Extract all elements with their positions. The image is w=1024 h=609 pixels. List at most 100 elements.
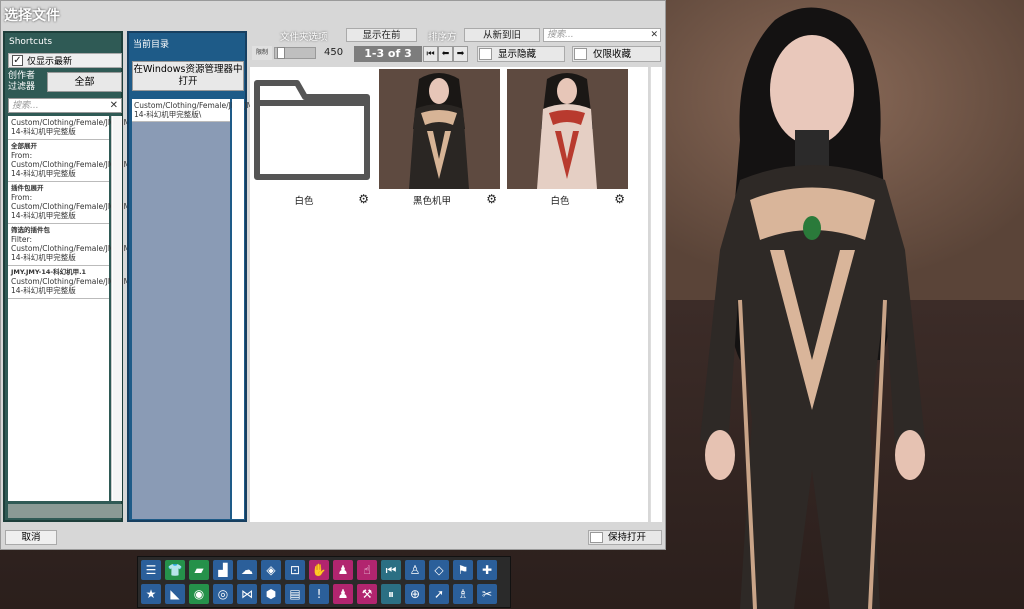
camera-icon[interactable]: ◎ [213, 584, 233, 604]
shortcut-item[interactable]: 插件包展开 From: Custom/Clothing/Female/JMY/J… [8, 182, 137, 224]
scrollbar-thumb[interactable] [113, 116, 122, 501]
shortcut-heading: 筛选的插件包 [11, 226, 50, 234]
paint-icon[interactable]: ▟ [213, 560, 233, 580]
gear-icon[interactable]: ⚙ [358, 192, 369, 206]
show-first-button[interactable]: 显示在前 [346, 28, 417, 42]
file-name: 白色 [294, 196, 314, 207]
current-path[interactable]: Custom/Clothing/Female/JMY/JMY-14-科幻机甲完整… [132, 99, 260, 122]
favorites-only-label: 仅限收藏 [593, 49, 632, 60]
graph-icon[interactable]: ⋈ [237, 584, 257, 604]
skip-back-icon[interactable]: ⏮ [381, 560, 401, 580]
folder-options-label: 文件夹选项 [280, 32, 328, 43]
dialog-title: 选择文件 [4, 8, 60, 24]
cancel-button[interactable]: 取消 [5, 530, 57, 545]
shortcut-item[interactable]: 筛选的插件包 Filter: Custom/Clothing/Female/JM… [8, 224, 137, 266]
box-icon[interactable]: ◈ [261, 560, 281, 580]
next-page-icon[interactable]: ➡ [453, 46, 468, 62]
shortcut-path: From: Custom/Clothing/Female/JMY/JMY-14-… [11, 151, 137, 178]
page-indicator: 1-3 of 3 [354, 46, 422, 62]
shortcut-item[interactable]: 全部展开 From: Custom/Clothing/Female/JMY/JM… [8, 140, 137, 182]
hand-icon[interactable]: ✋ [309, 560, 329, 580]
iron-icon[interactable]: ◣ [165, 584, 185, 604]
pause-icon[interactable]: ⏸ [381, 584, 401, 604]
slider-handle[interactable] [277, 47, 285, 59]
cube-icon[interactable]: ⬢ [261, 584, 281, 604]
shortcut-path: Filter: Custom/Clothing/Female/JMY/JMY-1… [11, 235, 137, 262]
plus-icon[interactable]: ✚ [477, 560, 497, 580]
checkbox-box [590, 532, 603, 543]
person-edit-icon[interactable]: ♟ [333, 560, 353, 580]
shortcut-item[interactable]: JMY.JMY-14-科幻机甲.1 Custom/Clothing/Female… [8, 266, 137, 299]
character-model [700, 7, 925, 609]
file-browser-dialog: 选择文件 Shortcuts ✓ 仅显示最新 创作者 过滤器 全部 搜索... … [0, 0, 666, 550]
creator-all-button[interactable]: 全部 [47, 72, 122, 92]
latest-only-checkbox[interactable]: ✓ 仅显示最新 [8, 53, 122, 68]
pointer-icon[interactable]: ☝ [357, 560, 377, 580]
menu-icon[interactable]: ☰ [141, 560, 161, 580]
shortcuts-footer-bar [8, 504, 122, 518]
clear-file-search-icon[interactable]: ✕ [650, 29, 658, 42]
folder-icon[interactable]: ▰ [189, 560, 209, 580]
shortcuts-list: Custom/Clothing/Female/JMY/JMY-14-科幻机甲完整… [8, 116, 137, 501]
person-settings-icon[interactable]: ♟ [333, 584, 353, 604]
person-icon[interactable]: ♙ [405, 560, 425, 580]
search-placeholder: 搜索... [12, 101, 39, 111]
file-tile[interactable]: 白色 ⚙ [507, 69, 628, 209]
file-tile[interactable]: 黑色机甲 ⚙ [379, 69, 500, 209]
size-value: 450 [324, 47, 344, 58]
clear-search-icon[interactable]: ✕ [110, 99, 118, 113]
file-tile[interactable]: 白色 ⚙ [251, 69, 372, 209]
file-search-placeholder: 搜索... [547, 30, 574, 40]
wrench-icon[interactable]: ⚒ [357, 584, 377, 604]
thumbnail-image [507, 69, 628, 189]
gear-icon[interactable]: ⚙ [486, 192, 497, 206]
star-icon[interactable]: ★ [141, 584, 161, 604]
unity-icon[interactable]: ◇ [429, 560, 449, 580]
gear-icon[interactable]: ⚙ [614, 192, 625, 206]
size-limit-label: 限制 [252, 46, 272, 60]
shortcuts-header: Shortcuts [9, 37, 53, 47]
show-hidden-checkbox[interactable]: 显示隐藏 [477, 46, 565, 62]
sort-dropdown[interactable]: 从新到旧 [464, 28, 540, 42]
shortcuts-panel: Shortcuts ✓ 仅显示最新 创作者 过滤器 全部 搜索... ✕ Cus… [3, 31, 137, 522]
shortcuts-search-input[interactable]: 搜索... ✕ [8, 98, 122, 113]
folder-icon [254, 80, 370, 180]
latest-only-label: 仅显示最新 [27, 57, 73, 67]
shortcut-path: Custom/Clothing/Female/JMY/JMY-14-科幻机甲完整… [11, 118, 137, 136]
directory-scrollbar[interactable] [232, 99, 244, 519]
directory-list: Custom/Clothing/Female/JMY/JMY-14-科幻机甲完整… [132, 99, 260, 519]
show-hidden-label: 显示隐藏 [498, 49, 537, 60]
shortcuts-scrollbar[interactable] [111, 116, 122, 501]
creator-filter-label-line1: 创作者 [8, 71, 36, 81]
document-icon[interactable]: ▤ [285, 584, 305, 604]
file-search-input[interactable]: 搜索... ✕ [543, 28, 661, 42]
shortcut-path: From: Custom/Clothing/Female/JMY/JMY-14-… [11, 193, 137, 220]
shortcut-heading: 全部展开 [11, 142, 37, 150]
people-icon[interactable]: ♗ [453, 584, 473, 604]
file-grid-scrollbar[interactable] [650, 67, 662, 522]
alert-icon[interactable]: ! [309, 584, 329, 604]
favorites-only-checkbox[interactable]: 仅限收藏 [572, 46, 661, 62]
tools-icon[interactable]: ✂ [477, 584, 497, 604]
inbox-icon[interactable]: ⊡ [285, 560, 305, 580]
first-page-icon[interactable]: ⏮ [423, 46, 438, 62]
prev-page-icon[interactable]: ⬅ [438, 46, 453, 62]
keep-open-checkbox[interactable]: 保持打开 [588, 530, 662, 545]
current-directory-panel: 当前目录 在Windows资源管理器中打开 Custom/Clothing/Fe… [127, 31, 260, 522]
cloud-upload-icon[interactable]: ☁ [237, 560, 257, 580]
file-name: 黑色机甲 [412, 196, 451, 207]
open-in-explorer-button[interactable]: 在Windows资源管理器中打开 [132, 61, 244, 91]
camera-green-icon[interactable]: ◉ [189, 584, 209, 604]
check-icon: ✓ [12, 55, 23, 66]
clothing-icon[interactable]: 👕 [165, 560, 185, 580]
creator-filter-label-line2: 过滤器 [8, 82, 36, 92]
flag-icon[interactable]: ⚑ [453, 560, 473, 580]
size-slider[interactable] [274, 47, 316, 59]
thumbnail-image [379, 69, 500, 189]
target-icon[interactable]: ⊕ [405, 584, 425, 604]
shortcut-item[interactable]: Custom/Clothing/Female/JMY/JMY-14-科幻机甲完整… [8, 116, 137, 140]
cursor-icon[interactable]: ➚ [429, 584, 449, 604]
current-directory-header: 当前目录 [133, 40, 170, 50]
checkbox-box [574, 48, 587, 60]
shortcut-heading: JMY.JMY-14-科幻机甲.1 [11, 268, 87, 276]
